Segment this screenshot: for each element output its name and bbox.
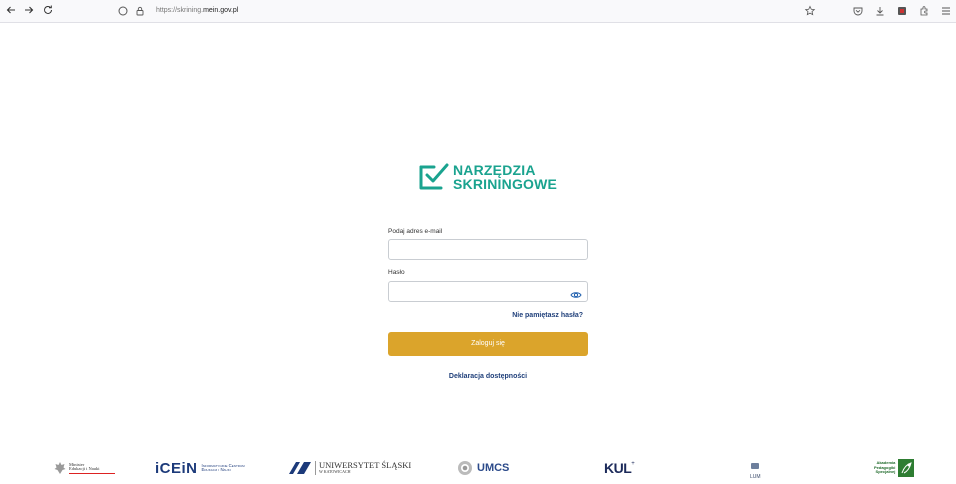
accessibility-declaration-link[interactable]: Deklaracja dostępności [388,373,588,380]
aps-emblem-icon [898,459,915,477]
lum-stack: LUM [750,457,761,480]
mein-line-2: Edukacji i Nauki [69,466,100,471]
mein-underline [69,472,115,474]
icein-text: Informatyczne Centrum Edukacji i Nauki [201,463,245,473]
aps-logo: Akademia Pedagogiki Specjalnej [874,455,915,481]
brand-name: NARZĘDZIA SKRININGOWE [453,163,557,191]
lum-crest-icon [751,462,760,469]
forgot-password-link[interactable]: Nie pamiętasz hasła? [388,312,583,319]
password-field[interactable] [388,281,588,302]
lum-logo: LUM [750,455,761,481]
forward-icon[interactable] [22,4,36,18]
aps-line-3: Specjalnej [875,469,896,475]
brand-logo: NARZĘDZIA SKRININGOWE [419,162,557,192]
icein-line-2: Edukacji i Nauki [201,467,231,472]
mein-text: Minister Edukacji i Nauki [69,462,115,474]
checkmark-logo-icon [419,162,449,192]
email-field[interactable] [388,239,588,260]
lum-text: LUM [750,473,761,480]
shield-icon[interactable] [117,5,129,17]
us-emblem-icon [289,462,311,474]
icein-mark: iCEiN [155,459,198,477]
aps-text: Akademia Pedagogiki Specjalnej [874,461,895,475]
umcs-text: UMCS [477,462,510,474]
kul-logo: KUL + [604,455,635,481]
icein-logo: iCEiN Informatyczne Centrum Edukacji i N… [155,455,245,481]
show-password-icon[interactable] [570,287,582,298]
url-scheme: https:// [156,7,178,14]
umcs-logo: UMCS [457,455,509,481]
browser-toolbar: https://skrining.mein.gov.pl [0,0,956,23]
bookmark-star-icon[interactable] [804,5,816,17]
us-line-2: W KATOWICACH [319,469,351,475]
login-button[interactable]: Zaloguj się [388,332,588,356]
reload-icon[interactable] [41,4,55,18]
pocket-icon[interactable] [852,5,864,17]
kul-text: KUL [604,460,632,476]
back-icon[interactable] [4,4,18,18]
url-subdomain: skrining. [177,7,204,14]
menu-icon[interactable] [940,5,952,17]
brand-line-1: NARZĘDZIA [453,162,536,178]
password-label: Hasło [388,269,405,276]
extensions-icon[interactable] [918,5,930,17]
brand-line-2: SKRININGOWE [453,176,558,192]
email-label: Podaj adres e-mail [388,228,443,235]
partner-logos: Minister Edukacji i Nauki iCEiN Informat… [0,455,956,481]
us-logo: UNIWERSYTET ŚLĄSKI W KATOWICACH [288,455,411,481]
kul-mark: + [631,461,635,467]
extension-shield-icon[interactable] [896,5,908,17]
url-domain: mein.gov.pl [203,7,239,14]
eagle-emblem-icon [54,462,66,474]
us-text: UNIWERSYTET ŚLĄSKI W KATOWICACH [315,461,411,475]
mein-logo: Minister Edukacji i Nauki [54,455,115,481]
lock-icon[interactable] [134,5,146,17]
download-icon[interactable] [874,5,886,17]
umcs-crest-icon [458,461,472,475]
url-bar[interactable]: https://skrining.mein.gov.pl [156,5,238,17]
